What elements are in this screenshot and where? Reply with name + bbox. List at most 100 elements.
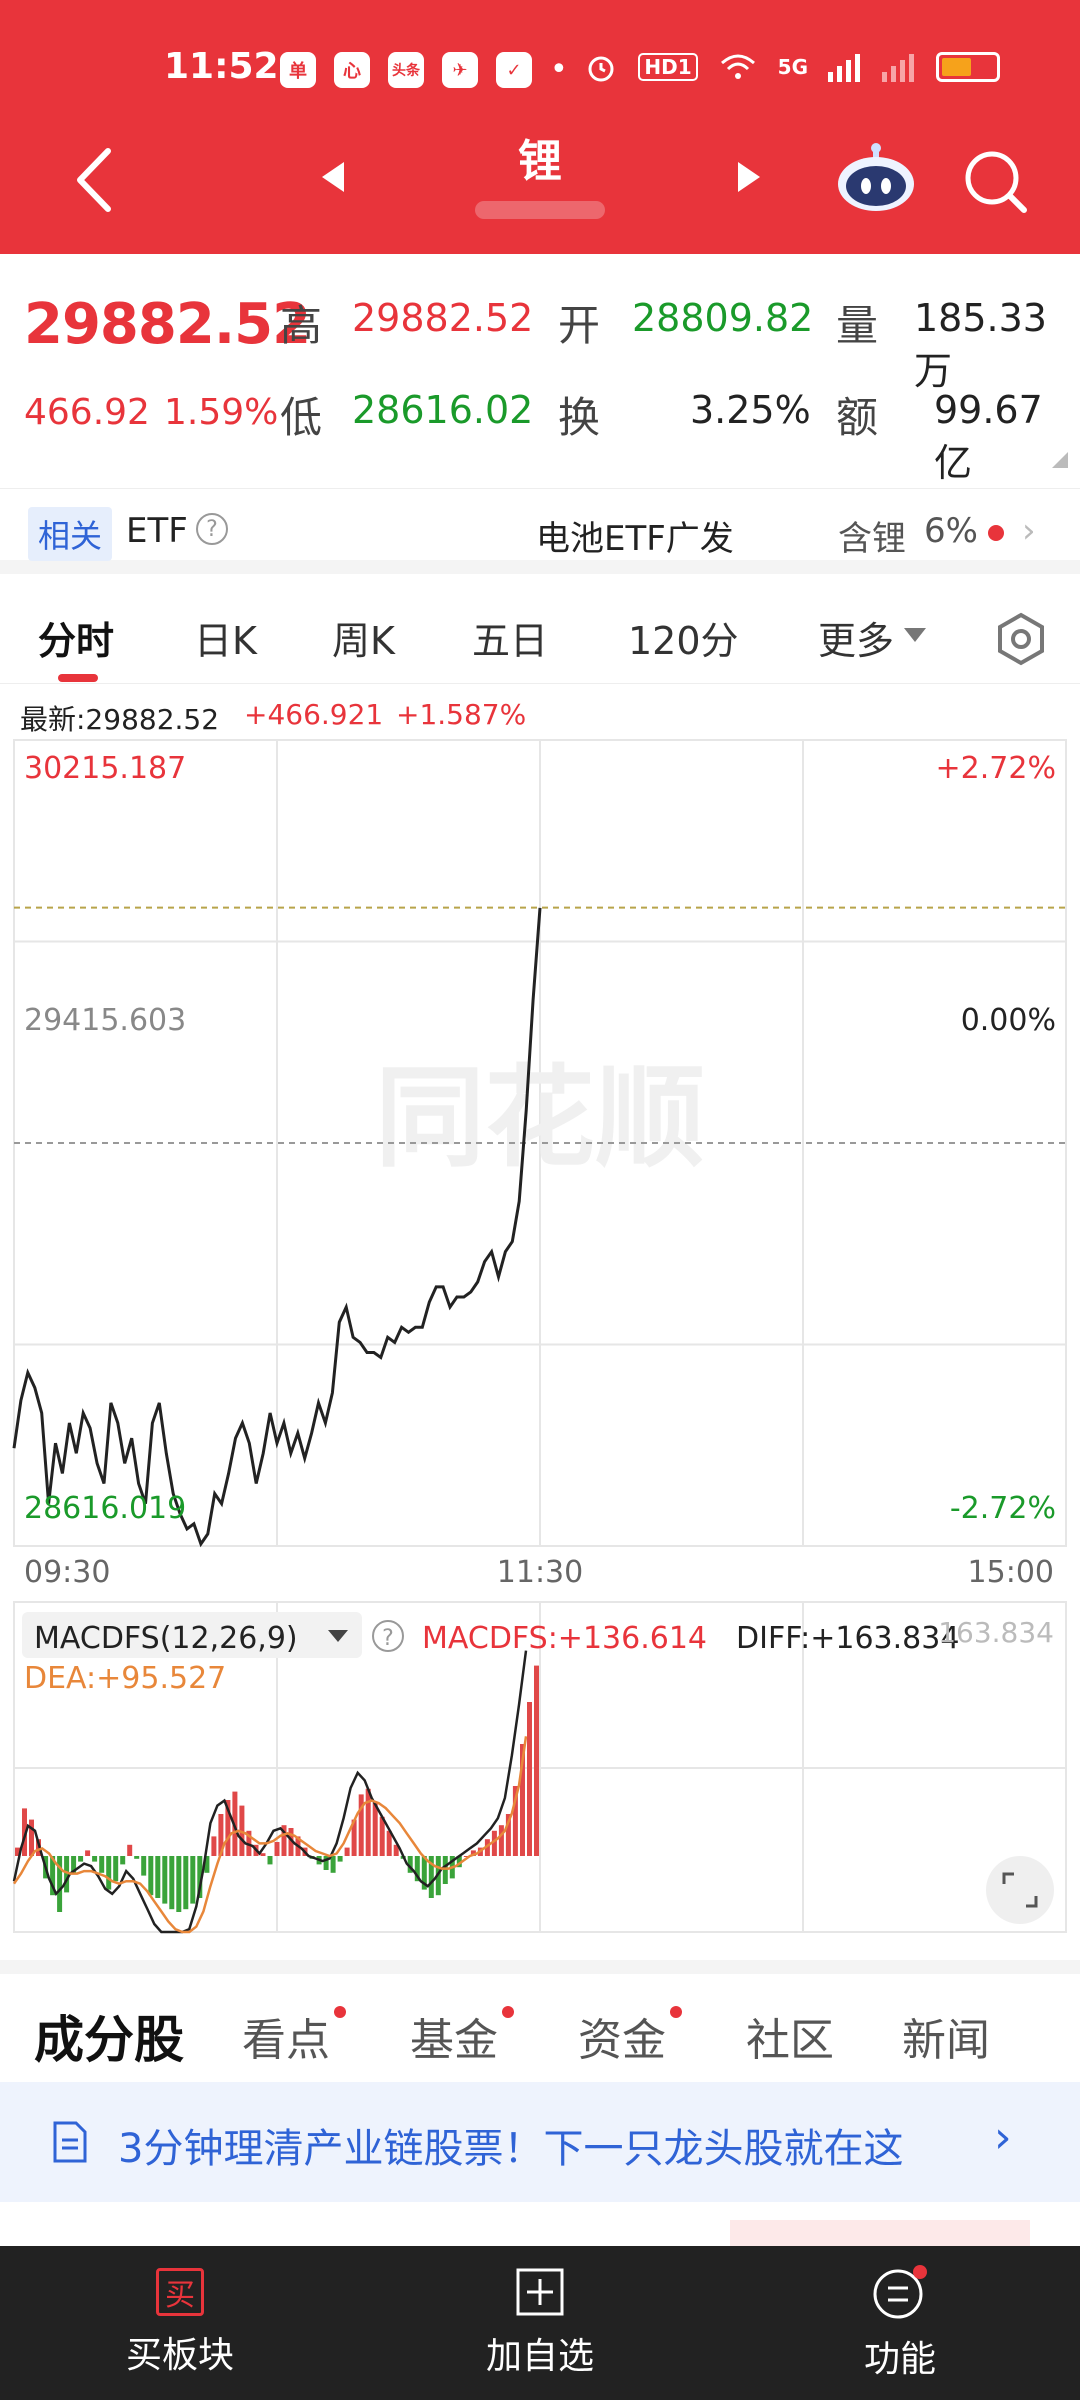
fullscreen-button[interactable] — [986, 1856, 1054, 1924]
latest-change-readout: +466.921 — [244, 698, 384, 731]
macd-bar — [267, 1856, 273, 1865]
macd-bar — [127, 1844, 133, 1856]
macd-bar — [534, 1665, 539, 1856]
menu-icon — [873, 2265, 927, 2319]
x-tick-close: 15:00 — [968, 1555, 1054, 1590]
function-menu-button[interactable]: 功能 — [800, 2246, 1000, 2400]
macd-bar — [330, 1856, 336, 1873]
top-bar: 11:52 单 心 头条 ✈ ✓ • HD1 5G 锂 — [0, 0, 1080, 254]
buy-sector-label: 买板块 — [125, 2335, 234, 2376]
right-top-label: +2.72% — [936, 751, 1056, 786]
telegram-icon: ✈ — [442, 52, 478, 88]
macd-bar — [141, 1856, 147, 1876]
banner-text: 3分钟理清产业链股票！下一只龙头股就在这 — [118, 2126, 904, 2172]
status-app-icons: 单 心 头条 ✈ ✓ • — [280, 52, 568, 88]
chart-period-tabs: 分时 日K 周K 五日 120分 更多 — [0, 588, 1080, 684]
open-label: 开 — [558, 301, 601, 350]
macd-bar — [169, 1856, 175, 1910]
tab-more[interactable]: 更多 — [818, 610, 894, 665]
add-watchlist-label: 加自选 — [485, 2336, 594, 2377]
ai-assistant-robot-icon[interactable] — [836, 140, 916, 212]
indicator-name: MACDFS(12,26,9) — [34, 1621, 298, 1656]
next-item-icon[interactable] — [736, 160, 762, 194]
right-bottom-label: -2.72% — [950, 1491, 1056, 1526]
alarm-icon — [588, 56, 614, 82]
tab-capital[interactable]: 资金 — [578, 2004, 666, 2068]
intraday-chart[interactable]: 同花顺 30215.187 29415.603 28616.019 +2.72%… — [0, 736, 1080, 1942]
tab-five-day[interactable]: 五日 — [472, 610, 548, 665]
macd-bar — [29, 1819, 34, 1856]
macd-bar — [498, 1825, 504, 1856]
active-tab-indicator — [58, 674, 98, 682]
buy-sector-button[interactable]: 买 买板块 — [80, 2246, 280, 2400]
amount-value: 99.67亿 — [934, 388, 1043, 485]
y-bottom-label: 28616.019 — [24, 1491, 186, 1526]
tab-news[interactable]: 新闻 — [902, 2004, 990, 2068]
macd-bar — [372, 1802, 378, 1856]
page-title: 锂 — [518, 136, 562, 187]
macd-bar — [120, 1856, 126, 1865]
macd-bar — [442, 1856, 448, 1884]
macd-bar — [527, 1702, 532, 1856]
list-item-partial — [730, 2220, 1030, 2246]
y-mid-label: 29415.603 — [24, 1003, 186, 1038]
help-icon[interactable]: ? — [196, 513, 228, 545]
chevron-right-icon: › — [994, 2112, 1012, 2163]
etf-contains-label: 含锂 — [838, 519, 906, 559]
latest-pct-readout: +1.587% — [396, 698, 527, 731]
macd-bar — [162, 1856, 168, 1904]
add-watchlist-button[interactable]: 加自选 — [440, 2246, 640, 2400]
chevron-right-icon[interactable]: › — [1022, 511, 1036, 551]
settings-hexagon-icon[interactable] — [994, 612, 1048, 666]
tab-community[interactable]: 社区 — [746, 2004, 834, 2068]
bottom-action-bar: 买 买板块 加自选 功能 — [0, 2246, 1080, 2400]
notification-app-icon: 头条 — [388, 52, 424, 88]
macd-bar — [92, 1856, 98, 1862]
macd-bar — [260, 1853, 266, 1856]
red-dot-icon — [334, 2006, 346, 2018]
macd-bar — [211, 1836, 217, 1856]
expand-corner-icon[interactable] — [1052, 452, 1068, 468]
macd-bar — [337, 1856, 343, 1862]
signal-5g-label: 5G — [777, 55, 808, 79]
macd-bar — [78, 1856, 84, 1862]
content-tabs: 成分股 看点 基金 资金 社区 新闻 — [0, 1960, 1080, 2094]
notification-app-icon: ✓ — [496, 52, 532, 88]
tab-intraday[interactable]: 分时 — [38, 610, 114, 665]
red-dot-icon — [502, 2006, 514, 2018]
status-indicators: HD1 5G — [584, 50, 1000, 84]
price-change-pct: 1.59% — [164, 392, 279, 433]
etf-name[interactable]: 电池ETF广发 — [536, 511, 734, 560]
open-value: 28809.82 — [632, 296, 814, 340]
right-mid-label: 0.00% — [961, 1003, 1056, 1038]
low-value: 28616.02 — [352, 388, 534, 432]
chevron-down-icon — [904, 628, 926, 642]
notification-app-icon: 单 — [280, 52, 316, 88]
tab-constituents[interactable]: 成分股 — [34, 2000, 184, 2072]
function-label: 功能 — [863, 2339, 936, 2380]
hd-badge: HD1 — [638, 53, 698, 81]
macd-bar — [274, 1842, 280, 1856]
tab-highlights[interactable]: 看点 — [242, 2004, 330, 2068]
related-etf-row[interactable]: 相关 ETF ? 电池ETF广发 含锂 6% › — [0, 488, 1080, 574]
search-icon[interactable] — [962, 148, 1028, 214]
macd-bar — [85, 1850, 91, 1856]
macd-bar — [379, 1816, 385, 1856]
macd-bar — [148, 1856, 154, 1896]
price-change: 466.92 — [24, 392, 150, 433]
tab-daily-k[interactable]: 日K — [194, 610, 257, 665]
turnover-value: 3.25% — [690, 388, 811, 432]
etf-label: ETF — [126, 511, 188, 551]
macd-bar — [183, 1856, 189, 1910]
dea-value-label: DEA:+95.527 — [24, 1661, 226, 1696]
wifi-icon — [720, 54, 755, 79]
volume-value: 185.33万 — [914, 296, 1047, 393]
tab-funds[interactable]: 基金 — [410, 2004, 498, 2068]
signal-weak-icon — [882, 54, 914, 82]
macd-bar — [190, 1856, 196, 1904]
tab-weekly-k[interactable]: 周K — [332, 610, 395, 665]
document-icon — [53, 2121, 87, 2163]
promo-banner[interactable]: 3分钟理清产业链股票！下一只龙头股就在这 › — [0, 2082, 1080, 2202]
tab-120min[interactable]: 120分 — [628, 610, 739, 665]
dea-line-series — [12, 1736, 528, 1934]
